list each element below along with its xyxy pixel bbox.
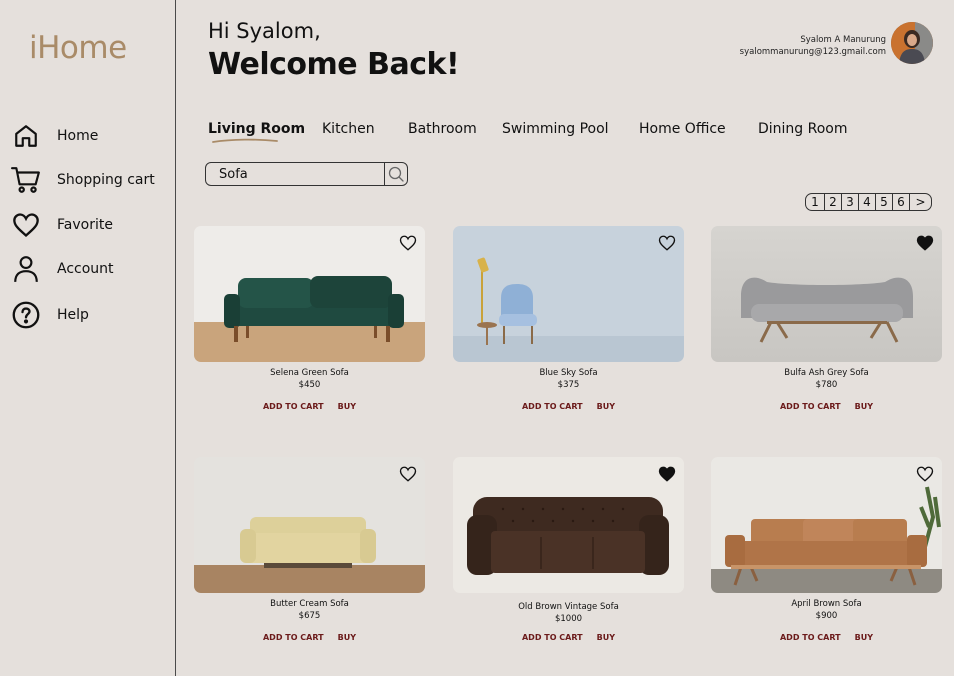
product-card[interactable]: Bulfa Ash Grey Sofa $780 ADD TO CART BUY [711,226,942,411]
product-name: April Brown Sofa [791,599,862,609]
greeting-text: Hi Syalom, [208,19,321,43]
sidebar: iHome Home Shopping cart Favorite Accoun… [0,0,176,676]
tab-living-room[interactable]: Living Room [208,121,305,137]
add-to-cart-button[interactable]: ADD TO CART [263,402,324,411]
product-image[interactable] [453,226,684,362]
sidebar-item-label: Shopping cart [57,172,155,188]
product-card[interactable]: Selena Green Sofa $450 ADD TO CART BUY [194,226,425,411]
product-price: $450 [298,380,321,390]
favorite-heart-icon[interactable] [916,234,934,252]
tab-swimming-pool[interactable]: Swimming Pool [502,121,609,137]
cart-icon [10,164,42,196]
product-image[interactable] [453,457,684,593]
sidebar-item-help[interactable]: Help [10,299,89,331]
page-4[interactable]: 4 [858,194,875,210]
search-icon [388,166,404,182]
product-image[interactable] [194,226,425,362]
product-actions: ADD TO CART BUY [453,402,684,411]
product-price: $1000 [554,614,583,624]
home-icon [10,120,42,152]
tab-home-office[interactable]: Home Office [639,121,726,137]
product-name: Bulfa Ash Grey Sofa [784,368,869,378]
page-6[interactable]: 6 [892,194,909,210]
product-card[interactable]: Blue Sky Sofa $375 ADD TO CART BUY [453,226,684,411]
tab-kitchen[interactable]: Kitchen [322,121,375,137]
active-tab-underline [212,138,278,143]
product-name: Old Brown Vintage Sofa [518,602,619,612]
favorite-heart-icon[interactable] [916,465,934,483]
sidebar-item-shopping-cart[interactable]: Shopping cart [10,164,155,196]
buy-button[interactable]: BUY [597,402,615,411]
product-name: Selena Green Sofa [270,368,349,378]
product-name: Butter Cream Sofa [270,599,349,609]
buy-button[interactable]: BUY [597,633,615,642]
product-card[interactable]: Butter Cream Sofa $675 ADD TO CART BUY [194,457,425,642]
add-to-cart-button[interactable]: ADD TO CART [263,633,324,642]
user-icon [10,253,42,285]
product-actions: ADD TO CART BUY [711,402,942,411]
product-price: $780 [815,380,838,390]
avatar[interactable] [891,22,933,64]
buy-button[interactable]: BUY [855,633,873,642]
product-card[interactable]: Old Brown Vintage Sofa $1000 ADD TO CART… [453,457,684,642]
product-image[interactable] [194,457,425,593]
add-to-cart-button[interactable]: ADD TO CART [522,402,583,411]
sidebar-item-home[interactable]: Home [10,120,98,152]
heart-icon [10,209,42,241]
page-3[interactable]: 3 [841,194,858,210]
buy-button[interactable]: BUY [855,402,873,411]
page-1[interactable]: 1 [806,194,824,210]
product-image[interactable] [711,457,942,593]
product-actions: ADD TO CART BUY [453,633,684,642]
app-logo[interactable]: iHome [29,30,127,66]
favorite-heart-icon[interactable] [399,465,417,483]
pagination: 1 2 3 4 5 6 > [805,193,932,211]
page-title: Welcome Back! [208,47,460,82]
user-email: syalommanurung@123.gmail.com [739,47,886,57]
sidebar-item-favorite[interactable]: Favorite [10,209,113,241]
sidebar-item-label: Account [57,261,114,277]
sidebar-item-account[interactable]: Account [10,253,114,285]
search-input[interactable] [206,163,384,185]
user-name: Syalom A Manurung [800,35,886,45]
page-5[interactable]: 5 [875,194,892,210]
product-price: $900 [815,611,838,621]
product-actions: ADD TO CART BUY [711,633,942,642]
sidebar-item-label: Home [57,128,99,144]
product-actions: ADD TO CART BUY [194,633,425,642]
add-to-cart-button[interactable]: ADD TO CART [780,633,841,642]
favorite-heart-icon[interactable] [399,234,417,252]
add-to-cart-button[interactable]: ADD TO CART [522,633,583,642]
search-bar [205,162,408,186]
sidebar-item-label: Favorite [57,217,113,233]
buy-button[interactable]: BUY [338,633,356,642]
favorite-heart-icon[interactable] [658,234,676,252]
favorite-heart-icon[interactable] [658,465,676,483]
product-card[interactable]: April Brown Sofa $900 ADD TO CART BUY [711,457,942,642]
next-page-button[interactable]: > [909,194,931,210]
help-icon [10,299,42,331]
page-2[interactable]: 2 [824,194,841,210]
buy-button[interactable]: BUY [338,402,356,411]
product-name: Blue Sky Sofa [539,368,598,378]
product-image[interactable] [711,226,942,362]
product-price: $375 [557,380,580,390]
search-button[interactable] [384,163,407,185]
product-actions: ADD TO CART BUY [194,402,425,411]
sidebar-item-label: Help [57,307,89,323]
tab-dining-room[interactable]: Dining Room [758,121,848,137]
add-to-cart-button[interactable]: ADD TO CART [780,402,841,411]
product-price: $675 [298,611,321,621]
tab-bathroom[interactable]: Bathroom [408,121,477,137]
